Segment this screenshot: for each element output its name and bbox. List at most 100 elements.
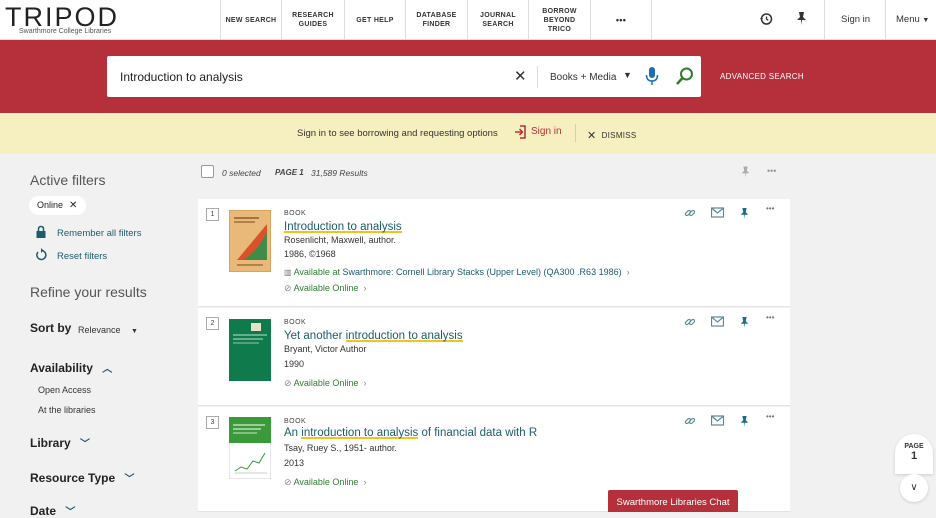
sort-select[interactable]: Relevance ▼ [78,325,138,335]
page-indicator: PAGE 1 [895,434,933,474]
link-icon: ⊘ [284,283,292,293]
search-bar[interactable]: Introduction to analysis ✕ Books + Media… [107,56,701,97]
result-date: 1990 [284,359,305,369]
banner-message: Sign in to see borrowing and requesting … [297,128,498,139]
link-icon: ⊘ [284,477,292,487]
search-icon[interactable] [675,66,695,86]
book-cover-thumbnail[interactable] [229,417,271,479]
result-title-link[interactable]: Yet another introduction to analysis [284,330,463,342]
remember-filters-link[interactable]: Remember all filters [57,228,141,239]
email-icon[interactable] [711,415,724,426]
link-icon: ⊘ [284,378,292,388]
nav-divider [651,0,652,40]
result-card[interactable]: 1 BOOK Introduction to analysis Rosenlic… [198,199,790,307]
more-actions-icon[interactable]: ••• [766,412,774,421]
pin-icon[interactable] [795,11,808,26]
refine-heading: Refine your results [30,284,147,300]
search-input[interactable]: Introduction to analysis [120,70,243,84]
date-facet-toggle[interactable]: Date ﹀ [30,503,75,518]
pin-icon[interactable] [740,165,751,179]
result-title-link[interactable]: An introduction to analysis of financial… [284,427,537,439]
result-number: 1 [206,208,219,221]
top-navigation: TRIPOD Swarthmore College Libraries NEW … [0,0,936,40]
lock-icon [36,225,46,238]
nav-research-guides[interactable]: RESEARCH GUIDES [281,0,344,40]
nav-borrow-beyond-trico[interactable]: BORROW BEYOND TRICO [528,0,590,40]
banner-sign-in-link[interactable]: Sign in [531,126,562,137]
availability-physical[interactable]: ▥ Available at Swarthmore: Cornell Libra… [284,267,630,277]
nav-divider [885,0,886,40]
book-icon: ▥ [284,268,292,277]
select-all-checkbox[interactable] [201,165,214,178]
chevron-down-icon[interactable]: ﹀ [65,507,75,518]
more-actions-icon[interactable]: ••• [766,204,774,213]
sign-in-link[interactable]: Sign in [841,14,870,25]
book-cover-thumbnail[interactable] [229,319,271,381]
result-date: 2013 [284,458,305,468]
chevron-right-icon: › [363,378,367,388]
filter-chip-online[interactable]: Online ✕ [29,196,86,215]
logo-subtitle: Swarthmore College Libraries [19,28,112,35]
result-number: 2 [206,317,219,330]
selected-count: 0 selected [222,168,261,178]
remove-filter-icon[interactable]: ✕ [69,200,77,211]
result-author: Bryant, Victor Author [284,344,367,354]
chevron-down-icon[interactable]: ﹀ [125,474,135,485]
email-icon[interactable] [711,207,724,218]
availability-online[interactable]: ⊘ Available Online › [284,378,366,389]
facet-open-access[interactable]: Open Access [38,385,91,395]
availability-online[interactable]: ⊘ Available Online › [284,477,366,488]
sort-by-label: Sort by [30,321,72,335]
dismiss-button[interactable]: ✕ DISMISS [587,128,637,142]
result-card[interactable]: 2 BOOK Yet another introduction to analy… [198,308,790,406]
permalink-icon[interactable] [684,316,696,328]
nav-divider [824,0,825,40]
resource-type-facet-toggle[interactable]: Resource Type ﹀ [30,470,135,485]
library-chat-button[interactable]: Swarthmore Libraries Chat [608,490,738,512]
results-count: 31,589 Results [311,168,368,178]
reset-filters-link[interactable]: Reset filters [57,251,107,262]
material-type: BOOK [284,418,307,425]
material-type: BOOK [284,319,307,326]
pin-record-icon[interactable] [739,207,750,220]
chevron-up-icon[interactable]: ︿ [102,364,112,375]
result-author: Rosenlicht, Maxwell, author. [284,235,397,245]
book-cover-thumbnail[interactable] [229,210,271,272]
active-filters-heading: Active filters [30,172,106,188]
chevron-right-icon: › [626,267,630,277]
search-scope-select[interactable]: Books + Media [550,72,616,83]
history-icon[interactable] [759,12,773,26]
search-divider [537,66,538,88]
email-icon[interactable] [711,316,724,327]
chevron-down-icon[interactable]: ∨ [910,482,917,493]
pin-record-icon[interactable] [739,415,750,428]
signin-banner: Sign in to see borrowing and requesting … [0,113,936,154]
scope-caret-icon[interactable]: ▼ [623,70,632,80]
permalink-icon[interactable] [684,415,696,427]
nav-database-finder[interactable]: DATABASE FINDER [405,0,467,40]
library-facet-toggle[interactable]: Library ﹀ [30,435,90,450]
result-author: Tsay, Ruey S., 1951- author. [284,443,397,453]
reset-icon [36,248,47,261]
sign-in-icon[interactable] [514,125,526,139]
availability-facet-toggle[interactable]: Availability ︿ [30,360,112,375]
chevron-right-icon: › [363,477,367,487]
more-options-icon[interactable]: ••• [767,166,776,176]
nav-more[interactable]: ••• [590,0,651,40]
availability-online[interactable]: ⊘ Available Online › [284,283,366,294]
facet-at-the-libraries[interactable]: At the libraries [38,405,96,415]
permalink-icon[interactable] [684,207,696,219]
nav-new-search[interactable]: NEW SEARCH [220,0,281,40]
menu-button[interactable]: Menu ▼ [896,14,929,25]
chevron-down-icon[interactable]: ﹀ [80,439,90,450]
microphone-icon[interactable] [645,66,659,86]
more-actions-icon[interactable]: ••• [766,313,774,322]
advanced-search-link[interactable]: ADVANCED SEARCH [720,72,804,81]
clear-search-icon[interactable]: ✕ [514,67,527,85]
banner-divider [575,124,576,142]
nav-get-help[interactable]: GET HELP [344,0,405,40]
pin-record-icon[interactable] [739,316,750,329]
scroll-down-button[interactable]: ∨ [900,474,928,502]
result-title-link[interactable]: Introduction to analysis [284,221,402,233]
nav-journal-search[interactable]: JOURNAL SEARCH [467,0,528,40]
